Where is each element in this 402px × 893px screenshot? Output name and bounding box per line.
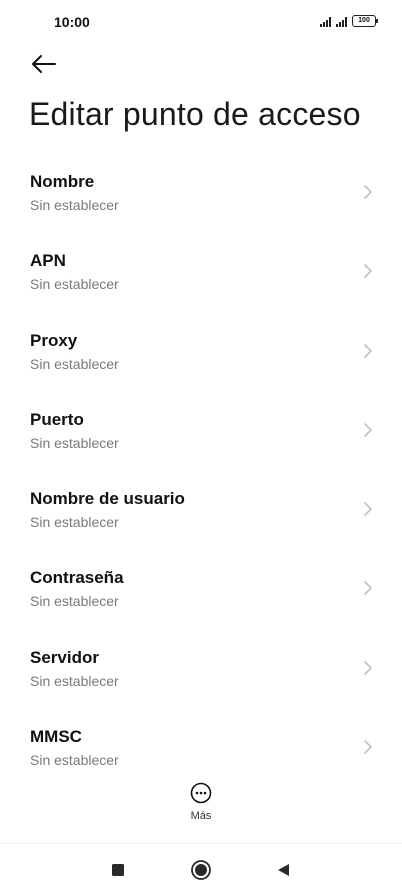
recent-apps-icon: [112, 864, 124, 876]
chevron-right-icon: [364, 581, 372, 596]
chevron-right-icon: [364, 502, 372, 516]
chevron-right-icon: [364, 423, 372, 437]
more-button[interactable]: Más: [175, 782, 227, 828]
chevron-right-icon: [364, 660, 372, 675]
setting-value: Sin establecer: [30, 752, 119, 769]
navigation-bar: [0, 844, 402, 893]
more-label: Más: [190, 810, 212, 822]
setting-value: Sin establecer: [30, 434, 119, 451]
chevron-right-icon: [364, 185, 372, 199]
setting-label: Servidor: [30, 647, 99, 667]
chevron-right-icon: [364, 343, 372, 358]
battery-icon: 100: [352, 15, 378, 27]
setting-item-proxy[interactable]: Proxy Sin establecer: [0, 319, 402, 398]
status-icons: 100: [320, 15, 378, 27]
back-button[interactable]: [28, 50, 60, 78]
setting-label: Contraseña: [30, 568, 124, 588]
status-time: 10:00: [54, 14, 90, 30]
back-icon: [278, 864, 289, 876]
setting-item-server[interactable]: Servidor Sin establecer: [0, 636, 402, 715]
setting-value: Sin establecer: [30, 514, 119, 531]
more-horizontal-circle-icon: [190, 782, 212, 804]
setting-value: Sin establecer: [30, 672, 119, 689]
setting-item-username[interactable]: Nombre de usuario Sin establecer: [0, 477, 402, 556]
setting-label: Puerto: [30, 409, 84, 429]
setting-value: Sin establecer: [30, 593, 119, 610]
setting-value: Sin establecer: [30, 355, 119, 372]
arrow-left-icon: [32, 55, 56, 73]
setting-label: Proxy: [30, 330, 78, 350]
screen: 10:00 100 Editar punto de acceso Nombre …: [0, 0, 402, 893]
setting-label: Nombre de usuario: [30, 489, 185, 509]
home-icon: [191, 860, 211, 880]
signal-icon: [336, 17, 347, 27]
chevron-right-icon: [364, 740, 372, 754]
recent-apps-button[interactable]: [106, 858, 130, 882]
page-title: Editar punto de acceso: [29, 96, 361, 132]
home-button[interactable]: [189, 858, 213, 882]
status-bar: 10:00 100: [0, 0, 402, 40]
setting-item-puerto[interactable]: Puerto Sin establecer: [0, 398, 402, 477]
nav-back-button[interactable]: [271, 858, 295, 882]
signal-icon: [320, 17, 331, 27]
setting-label: Nombre: [30, 172, 95, 191]
setting-label: APN: [30, 251, 66, 271]
setting-item-apn[interactable]: APN Sin establecer: [0, 239, 402, 318]
setting-item-nombre[interactable]: Nombre Sin establecer: [0, 160, 402, 239]
setting-value: Sin establecer: [30, 197, 119, 213]
chevron-right-icon: [364, 264, 372, 279]
setting-item-password[interactable]: Contraseña Sin establecer: [0, 556, 402, 635]
setting-value: Sin establecer: [30, 276, 119, 293]
settings-list: Nombre Sin establecer APN Sin establecer…: [0, 160, 402, 794]
setting-label: MMSC: [30, 727, 82, 747]
